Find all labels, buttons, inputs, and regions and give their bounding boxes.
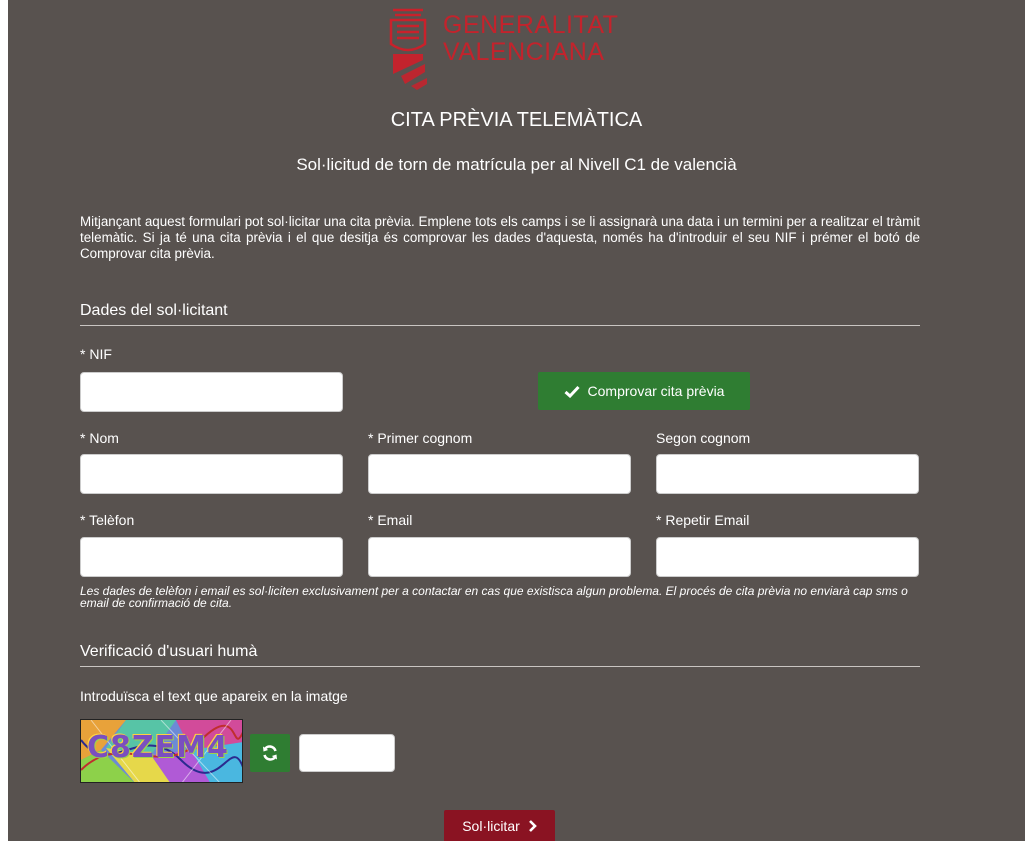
email-label: * Email bbox=[368, 512, 413, 528]
captcha-text: C8ZEM4 bbox=[87, 730, 229, 765]
nom-field[interactable] bbox=[80, 454, 343, 494]
logo-line-2: VALENCIANA bbox=[443, 38, 605, 66]
nom-label: * Nom bbox=[80, 430, 119, 446]
segon-cognom-field[interactable] bbox=[656, 454, 919, 494]
email-field[interactable] bbox=[368, 537, 631, 577]
intro-text: Mitjançant aquest formulari pot sol·lici… bbox=[80, 214, 920, 261]
telefon-field[interactable] bbox=[80, 537, 343, 577]
coat-of-arms-icon bbox=[389, 8, 427, 90]
page-subtitle: Sol·licitud de torn de matrícula per al … bbox=[296, 155, 737, 174]
refresh-captcha-button[interactable] bbox=[250, 734, 290, 772]
nif-label: * NIF bbox=[80, 346, 112, 362]
chevron-right-icon bbox=[528, 819, 537, 832]
primer-cognom-field[interactable] bbox=[368, 454, 631, 494]
refresh-icon bbox=[263, 745, 277, 761]
primer-cognom-label: * Primer cognom bbox=[368, 430, 473, 446]
generalitat-logo: GENERALITAT VALENCIANA bbox=[383, 6, 683, 92]
logo-wordmark: GENERALITAT VALENCIANA bbox=[443, 12, 618, 66]
telefon-label: * Telèfon bbox=[80, 512, 135, 528]
captcha-field[interactable] bbox=[299, 734, 395, 772]
check-icon bbox=[564, 385, 580, 398]
repetir-email-field[interactable] bbox=[656, 537, 919, 577]
section-heading-applicant: Dades del sol·licitant bbox=[80, 302, 920, 326]
segon-cognom-label: Segon cognom bbox=[656, 430, 751, 446]
captcha-image: C8ZEM4 bbox=[80, 719, 243, 783]
logo-line-1: GENERALITAT bbox=[443, 11, 619, 39]
page-title: CITA PRÈVIA TELEMÀTICA bbox=[390, 109, 643, 131]
section-heading-verification: Verificació d'usuari humà bbox=[80, 643, 920, 667]
page-container: GENERALITAT VALENCIANA CITA PRÈVIA TELEM… bbox=[8, 0, 1025, 841]
submit-label: Sol·licitar bbox=[462, 817, 520, 834]
repetir-email-label: * Repetir Email bbox=[656, 512, 750, 528]
nif-field[interactable] bbox=[80, 372, 343, 412]
captcha-instruction: Introduïsca el text que apareix en la im… bbox=[80, 688, 348, 704]
check-appointment-button[interactable]: Comprovar cita prèvia bbox=[538, 372, 750, 410]
contact-note: Les dades de telèfon i email es sol·lici… bbox=[80, 584, 908, 610]
submit-button[interactable]: Sol·licitar bbox=[444, 810, 555, 841]
check-appointment-label: Comprovar cita prèvia bbox=[587, 383, 725, 399]
